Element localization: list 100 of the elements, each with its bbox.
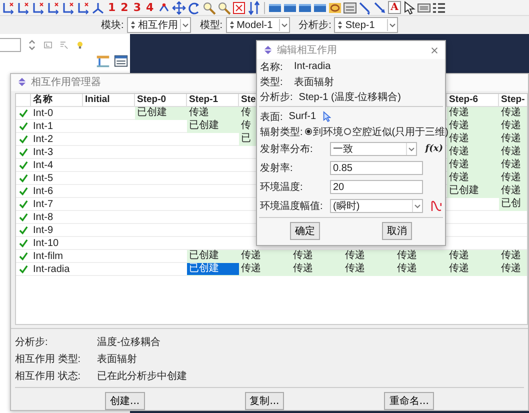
swap-icon[interactable] bbox=[246, 0, 261, 14]
interaction-name[interactable]: Int-7 bbox=[31, 198, 83, 211]
status-cell[interactable]: 传递 bbox=[499, 158, 527, 172]
column-header[interactable]: Step- bbox=[499, 94, 527, 107]
column-header[interactable]: Initial bbox=[83, 94, 135, 107]
status-cell[interactable]: 传递 bbox=[447, 262, 499, 276]
interaction-name[interactable]: Int-0 bbox=[31, 106, 83, 120]
view-number-button[interactable]: 3 bbox=[131, 1, 143, 14]
status-cell[interactable]: 已创建 bbox=[135, 106, 187, 120]
up-down-icon[interactable] bbox=[27, 39, 37, 51]
ring-icon[interactable] bbox=[328, 0, 342, 14]
manager-button[interactable]: 重命名... bbox=[384, 392, 434, 410]
column-header[interactable]: 名称 bbox=[31, 94, 83, 107]
status-cell[interactable]: 传递 bbox=[187, 106, 239, 120]
selector-combo[interactable]: Step-1 bbox=[334, 17, 398, 33]
axis-icon[interactable] bbox=[31, 0, 45, 14]
manager-tool-icon[interactable] bbox=[114, 54, 128, 68]
interaction-name[interactable]: Int-8 bbox=[31, 210, 83, 224]
panel-icon[interactable] bbox=[342, 0, 357, 14]
status-cell[interactable]: 传递 bbox=[447, 250, 499, 263]
input-field[interactable]: 0.85 bbox=[330, 160, 424, 174]
module-tool-icon[interactable] bbox=[96, 54, 110, 68]
axis-icon[interactable] bbox=[76, 0, 90, 14]
status-cell[interactable]: 传递 bbox=[499, 132, 527, 146]
status-cell[interactable]: 传递 bbox=[291, 250, 343, 263]
status-cell[interactable]: 传递 bbox=[499, 106, 527, 120]
status-cell[interactable]: 传递 bbox=[343, 250, 395, 263]
status-cell[interactable]: 传递 bbox=[291, 262, 343, 276]
axis-icon[interactable] bbox=[16, 0, 30, 14]
status-cell[interactable]: 传递 bbox=[395, 250, 447, 263]
status-cell[interactable]: 已创建 bbox=[187, 120, 239, 133]
interaction-name[interactable]: Int-radia bbox=[31, 262, 83, 276]
bulb-icon[interactable] bbox=[75, 39, 85, 51]
interaction-name[interactable]: Int-3 bbox=[31, 146, 83, 159]
status-cell[interactable]: 传递 bbox=[395, 262, 447, 276]
caret-icon[interactable] bbox=[412, 200, 422, 212]
status-cell[interactable]: 传递 bbox=[499, 250, 527, 263]
interaction-name[interactable]: Int-9 bbox=[31, 224, 83, 237]
caret-icon[interactable] bbox=[406, 142, 416, 154]
tree-icon[interactable] bbox=[43, 39, 53, 51]
rotate-icon[interactable] bbox=[186, 0, 201, 14]
axis-icon[interactable] bbox=[61, 0, 75, 14]
text-tool-button[interactable]: A bbox=[388, 1, 402, 14]
panel-icon[interactable] bbox=[417, 0, 432, 14]
status-cell[interactable]: 传递 bbox=[499, 184, 527, 198]
status-cell[interactable]: 传递 bbox=[447, 158, 499, 172]
interaction-name[interactable]: Int-1 bbox=[31, 120, 83, 133]
interaction-name[interactable]: Int-5 bbox=[31, 172, 83, 185]
manager-button[interactable]: 复制... bbox=[244, 392, 284, 410]
status-cell[interactable]: 传递 bbox=[447, 120, 499, 133]
dropdown-field[interactable]: (瞬时) bbox=[330, 198, 424, 212]
list-icon[interactable] bbox=[432, 0, 446, 14]
caret-icon[interactable] bbox=[180, 19, 190, 31]
pick-icon[interactable] bbox=[358, 0, 372, 14]
dialog-button[interactable]: 确定 bbox=[290, 222, 320, 240]
move-icon[interactable] bbox=[172, 0, 186, 14]
axis-icon[interactable] bbox=[1, 0, 15, 14]
status-cell[interactable]: 传递 bbox=[239, 262, 291, 276]
wave-icon[interactable] bbox=[431, 200, 443, 212]
zoom-icon[interactable] bbox=[216, 0, 231, 14]
column-header[interactable]: Step-6 bbox=[447, 94, 499, 107]
view-number-button[interactable]: 2 bbox=[118, 1, 130, 14]
line-icon[interactable] bbox=[372, 0, 387, 14]
close-icon[interactable] bbox=[430, 46, 439, 54]
column-header[interactable]: Step-0 bbox=[135, 94, 187, 107]
status-cell[interactable]: 传递 bbox=[447, 106, 499, 120]
radio-option[interactable]: 空腔近似(只用于三维) bbox=[344, 124, 448, 138]
interaction-name[interactable]: Int-2 bbox=[31, 132, 83, 146]
caret-icon[interactable] bbox=[278, 19, 289, 31]
dropdown-field[interactable]: 一致 bbox=[330, 142, 418, 156]
interaction-name[interactable]: Int-film bbox=[31, 250, 83, 263]
filter-icon[interactable] bbox=[59, 39, 69, 51]
status-cell[interactable]: 传递 bbox=[499, 120, 527, 133]
fit-icon[interactable] bbox=[232, 0, 246, 14]
interaction-name[interactable]: Int-6 bbox=[31, 184, 83, 198]
status-cell[interactable]: 已创建 bbox=[447, 184, 499, 198]
zoom-icon[interactable] bbox=[202, 0, 216, 14]
interaction-name[interactable]: Int-4 bbox=[31, 158, 83, 172]
input-field[interactable]: 20 bbox=[330, 180, 424, 194]
caret-icon[interactable] bbox=[387, 19, 398, 31]
function-button[interactable]: f(x) bbox=[425, 144, 443, 154]
column-header[interactable]: Step-1 bbox=[187, 94, 239, 107]
spinner-icon[interactable] bbox=[130, 19, 136, 31]
status-cell[interactable]: 传递 bbox=[447, 132, 499, 146]
status-cell[interactable]: 传递 bbox=[447, 146, 499, 159]
view-number-button[interactable]: 4 bbox=[144, 1, 156, 14]
manager-button[interactable]: 创建... bbox=[105, 392, 145, 410]
spinner-icon[interactable] bbox=[337, 19, 344, 31]
status-cell[interactable]: 传递 bbox=[499, 146, 527, 159]
status-cell[interactable]: 传递 bbox=[447, 172, 499, 185]
status-cell[interactable]: 传递 bbox=[239, 250, 291, 263]
status-cell[interactable]: 传递 bbox=[499, 172, 527, 185]
status-cell[interactable]: 已创建 bbox=[187, 262, 239, 276]
selector-combo[interactable]: 相互作用 bbox=[126, 17, 191, 33]
radio-option[interactable]: 到环境 bbox=[304, 124, 343, 138]
triad-icon[interactable] bbox=[91, 0, 105, 14]
axis-icon[interactable] bbox=[46, 0, 60, 14]
cursor-icon[interactable] bbox=[402, 0, 416, 14]
status-cell[interactable]: 已创 bbox=[499, 198, 527, 211]
dialog-button[interactable]: 取消 bbox=[382, 222, 412, 240]
